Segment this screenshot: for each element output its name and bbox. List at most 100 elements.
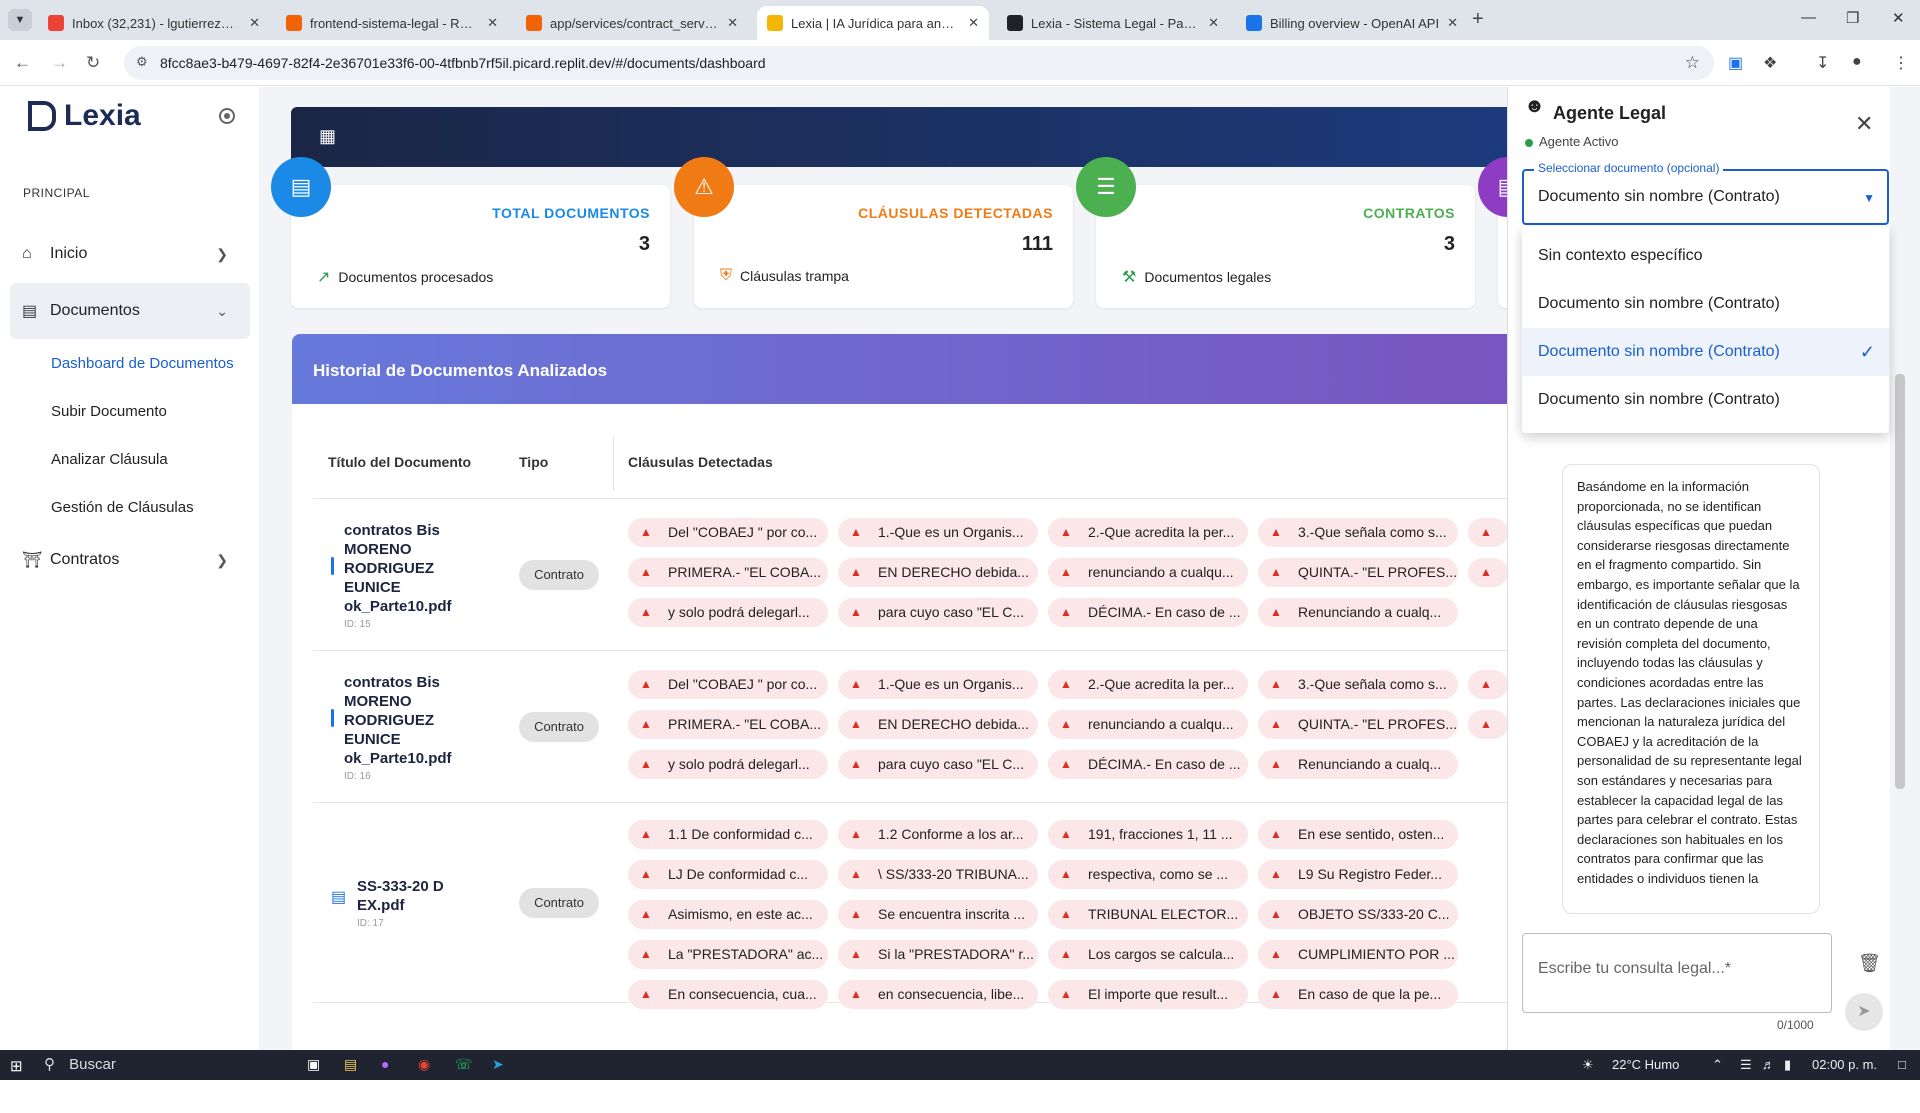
extensions-icon[interactable]: ❖ bbox=[1763, 53, 1777, 73]
clause-chip[interactable]: " bbox=[1468, 558, 1508, 587]
clause-chip[interactable]: en consecuencia, libe... bbox=[838, 980, 1038, 1009]
battery-icon[interactable]: ▮ bbox=[1784, 1057, 1791, 1073]
dropdown-option[interactable]: Sin contexto específico bbox=[1522, 232, 1889, 280]
minimize-button[interactable]: — bbox=[1801, 9, 1816, 26]
close-window-button[interactable]: ✕ bbox=[1892, 9, 1905, 27]
clause-chip[interactable]: En caso de que la pe... bbox=[1258, 980, 1458, 1009]
new-tab-button[interactable]: + bbox=[1472, 8, 1484, 31]
tab-search-button[interactable]: ▼ bbox=[8, 9, 32, 31]
sidebar-item-contratos[interactable]: ⛩ Contratos ❯ bbox=[10, 532, 250, 588]
clause-chip[interactable]: EN DERECHO debida... bbox=[838, 710, 1038, 739]
sidebar-item-documentos[interactable]: ▤ Documentos ⌄ bbox=[10, 283, 250, 339]
browser-tab[interactable]: Billing overview - OpenAI API ✕ bbox=[1236, 6, 1468, 40]
clause-chip[interactable]: Renunciando a cualq... bbox=[1258, 598, 1458, 627]
clause-chip[interactable]: L9 Su Registro Feder... bbox=[1258, 860, 1458, 889]
clause-chip[interactable]: renunciando a cualqu... bbox=[1048, 558, 1248, 587]
browser-tab[interactable]: Inbox (32,231) - lgutierrez@1n ✕ bbox=[38, 6, 270, 40]
grid-icon[interactable]: ▦ bbox=[319, 127, 337, 145]
tab-close-icon[interactable]: ✕ bbox=[249, 15, 260, 31]
dropdown-option[interactable]: Documento sin nombre (Contrato) bbox=[1522, 376, 1889, 424]
sidebar-item-inicio[interactable]: ⌂ Inicio ❯ bbox=[10, 226, 250, 282]
windows-start-icon[interactable]: ⊞ bbox=[10, 1057, 23, 1075]
clause-chip[interactable]: para cuyo caso "EL C... bbox=[838, 598, 1038, 627]
task-view-icon[interactable]: ▣ bbox=[307, 1056, 320, 1073]
clause-chip[interactable]: DÉCIMA.- En caso de ... bbox=[1048, 750, 1248, 779]
browser-tab[interactable]: app/services/contract_service.p ✕ bbox=[516, 6, 748, 40]
clause-chip[interactable]: QUINTA.- "EL PROFES... bbox=[1258, 710, 1458, 739]
taskbar-search[interactable]: ⚲ Buscar bbox=[44, 1053, 289, 1077]
table-row[interactable]: contratos Bis MORENO RODRIGUEZ EUNICE ok_Par… bbox=[313, 499, 1595, 651]
panel-scrollbar[interactable] bbox=[1895, 374, 1905, 789]
clause-chip[interactable]: para cuyo caso "EL C... bbox=[838, 750, 1038, 779]
clause-chip[interactable]: Asimismo, en este ac... bbox=[628, 900, 828, 929]
back-icon[interactable]: ← bbox=[14, 53, 31, 73]
weather-text[interactable]: 22°C Humo bbox=[1612, 1057, 1679, 1072]
browser-tab[interactable]: Lexia | IA Jurídica para analizar ✕ bbox=[757, 6, 989, 40]
clause-chip[interactable]: 1.2 Conforme a los ar... bbox=[838, 820, 1038, 849]
clause-chip[interactable]: 2.-Que acredita la per... bbox=[1048, 670, 1248, 699]
reload-icon[interactable]: ↻ bbox=[86, 53, 100, 73]
close-icon[interactable]: ✕ bbox=[1855, 111, 1873, 137]
clause-chip[interactable]: 2.-Que acredita la per... bbox=[1048, 518, 1248, 547]
dropdown-option[interactable]: Documento sin nombre (Contrato) ✓ bbox=[1522, 328, 1889, 376]
clause-chip[interactable]: TRIBUNAL ELECTOR... bbox=[1048, 900, 1248, 929]
clause-chip[interactable]: Los cargos se calcula... bbox=[1048, 940, 1248, 969]
restore-button[interactable]: ❐ bbox=[1846, 9, 1859, 27]
tab-close-icon[interactable]: ✕ bbox=[727, 15, 738, 31]
table-row[interactable]: contratos Bis MORENO RODRIGUEZ EUNICE ok_Par… bbox=[313, 651, 1595, 803]
clause-chip[interactable]: y solo podrá delegarl... bbox=[628, 750, 828, 779]
clause-chip[interactable]: PRIMERA.- "EL COBA... bbox=[628, 558, 828, 587]
clause-chip[interactable]: En ese sentido, osten... bbox=[1258, 820, 1458, 849]
clause-chip[interactable]: DÉCIMA.- En caso de ... bbox=[1048, 598, 1248, 627]
clause-chip[interactable]: CUMPLIMIENTO POR ... bbox=[1258, 940, 1458, 969]
clause-chip[interactable]: Se encuentra inscrita ... bbox=[838, 900, 1038, 929]
site-info-icon[interactable]: ⚙ bbox=[136, 54, 148, 70]
clause-chip[interactable]: 191, fracciones 1, 11 ... bbox=[1048, 820, 1248, 849]
clause-chip[interactable]: QUINTA.- "EL PROFES... bbox=[1258, 558, 1458, 587]
clause-chip[interactable]: La "PRESTADORA" ac... bbox=[628, 940, 828, 969]
clause-chip[interactable]: respectiva, como se ... bbox=[1048, 860, 1248, 889]
table-row[interactable]: ▤ SS-333-20 D EX.pdf ID: 17 Contrato 1.1 De c… bbox=[313, 803, 1595, 1009]
document-title[interactable]: SS-333-20 D EX.pdf bbox=[357, 877, 477, 915]
download-icon[interactable]: ↧ bbox=[1816, 53, 1829, 73]
query-input[interactable]: Escribe tu consulta legal...* bbox=[1522, 933, 1832, 1013]
profile-avatar[interactable]: ● bbox=[1852, 53, 1862, 71]
file-explorer-icon[interactable]: ▤ bbox=[344, 1056, 357, 1073]
sidebar-subitem-subir[interactable]: Subir Documento bbox=[51, 403, 167, 420]
clause-chip[interactable]: 3.-Que señala como s... bbox=[1258, 670, 1458, 699]
app-icon[interactable]: ● bbox=[381, 1056, 389, 1072]
tray-chevron-icon[interactable]: ⌃ bbox=[1712, 1057, 1723, 1073]
clause-chip[interactable]: 1.-Que es un Organis... bbox=[838, 670, 1038, 699]
clause-chip[interactable]: En consecuencia, cua... bbox=[628, 980, 828, 1009]
notification-icon[interactable]: □ bbox=[1898, 1057, 1906, 1072]
tab-close-icon[interactable]: ✕ bbox=[1208, 15, 1219, 31]
telegram-icon[interactable]: ➤ bbox=[492, 1056, 504, 1073]
forward-icon[interactable]: → bbox=[51, 53, 68, 73]
clock[interactable]: 02:00 p. m. bbox=[1812, 1057, 1877, 1072]
clause-chip[interactable]: 3 bbox=[1468, 518, 1508, 547]
clause-chip[interactable]: " bbox=[1468, 710, 1508, 739]
chrome-icon[interactable]: ◉ bbox=[418, 1056, 430, 1073]
weather-icon[interactable]: ☀ bbox=[1582, 1057, 1594, 1073]
document-title[interactable]: contratos Bis MORENO RODRIGUEZ EUNICE ok_Par… bbox=[344, 521, 464, 616]
bookmark-star-icon[interactable]: ☆ bbox=[1685, 53, 1700, 73]
clause-chip[interactable]: PRIMERA.- "EL COBA... bbox=[628, 710, 828, 739]
url-field[interactable]: ⚙ 8fcc8ae3-b479-4697-82f4-2e36701e33f6-0… bbox=[124, 46, 1714, 80]
clause-chip[interactable]: 1.-Que es un Organis... bbox=[838, 518, 1038, 547]
clause-chip[interactable]: renunciando a cualqu... bbox=[1048, 710, 1248, 739]
network-icon[interactable]: ☰ bbox=[1740, 1057, 1752, 1073]
clause-chip[interactable]: El importe que result... bbox=[1048, 980, 1248, 1009]
clause-chip[interactable]: OBJETO SS/333-20 C... bbox=[1258, 900, 1458, 929]
sidebar-subitem-analizar[interactable]: Analizar Cláusula bbox=[51, 451, 168, 468]
clause-chip[interactable]: Del "COBAEJ " por co... bbox=[628, 670, 828, 699]
trash-icon[interactable]: 🗑 bbox=[1858, 953, 1881, 974]
volume-icon[interactable]: ♬ bbox=[1762, 1057, 1775, 1072]
send-button[interactable]: ➤ bbox=[1845, 993, 1883, 1031]
cast-icon[interactable]: ▣ bbox=[1728, 53, 1743, 73]
clause-chip[interactable]: Del "COBAEJ " por co... bbox=[628, 518, 828, 547]
tab-close-icon[interactable]: ✕ bbox=[1447, 15, 1458, 31]
sidebar-subitem-dashboard[interactable]: Dashboard de Documentos bbox=[51, 355, 234, 372]
clause-chip[interactable]: Renunciando a cualq... bbox=[1258, 750, 1458, 779]
whatsapp-icon[interactable]: ☏ bbox=[455, 1056, 473, 1073]
clause-chip[interactable]: 1.1 De conformidad c... bbox=[628, 820, 828, 849]
